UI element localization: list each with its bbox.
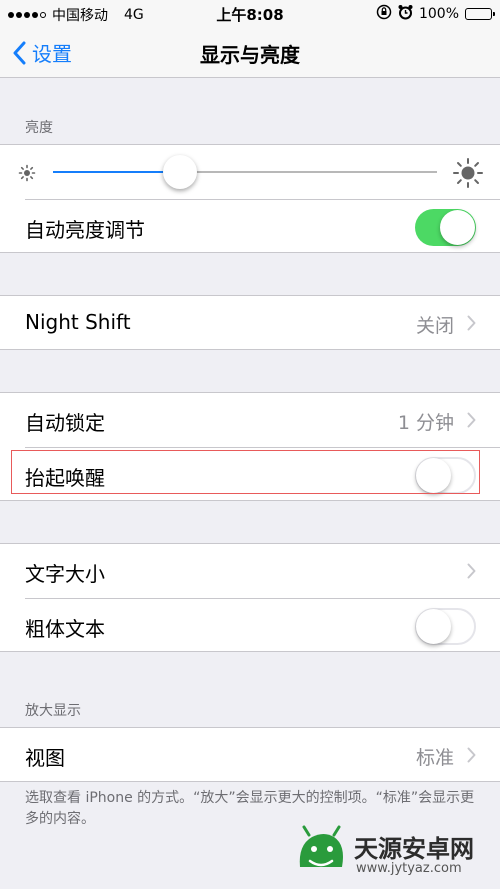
watermark-url: www.jytyaz.com: [356, 861, 462, 876]
chevron-right-icon: [467, 563, 476, 583]
zoom-group: 视图 标准: [0, 727, 500, 782]
night-shift-value: 关闭: [415, 315, 454, 337]
night-shift-group: Night Shift 关闭: [0, 295, 500, 350]
auto-brightness-row: 自动亮度调节: [0, 200, 500, 253]
brightness-slider-fill: [53, 171, 180, 173]
bold-text-toggle[interactable]: [415, 608, 476, 645]
bold-text-row: 粗体文本: [0, 599, 500, 652]
night-shift-label: Night Shift: [25, 310, 131, 334]
brightness-slider-thumb[interactable]: [162, 155, 197, 189]
navigation-bar: 设置 显示与亮度: [0, 26, 500, 78]
brightness-group: 自动亮度调节: [0, 144, 500, 253]
battery-icon: [465, 8, 495, 20]
chevron-right-icon: [467, 412, 476, 432]
status-bar: 中国移动 4G 上午8:08 100%: [0, 0, 500, 26]
zoom-view-value: 标准: [415, 747, 454, 769]
watermark-title: 天源安卓网: [354, 835, 474, 863]
watermark: 天源安卓网 www.jytyaz.com: [294, 823, 492, 883]
battery-percentage: 100%: [418, 6, 459, 22]
brightness-high-icon: [452, 157, 484, 193]
auto-brightness-toggle[interactable]: [415, 209, 476, 246]
brightness-slider[interactable]: [53, 155, 437, 189]
bold-text-label: 粗体文本: [25, 617, 105, 641]
alarm-icon: [398, 4, 413, 24]
brightness-low-icon: [17, 163, 37, 187]
zoom-header: 放大显示: [25, 703, 81, 719]
status-indicators: 100%: [376, 4, 495, 24]
auto-lock-value: 1 分钟: [397, 412, 454, 434]
text-size-row[interactable]: 文字大小: [0, 544, 500, 597]
chevron-right-icon: [467, 747, 476, 767]
text-group: 文字大小 粗体文本: [0, 543, 500, 652]
chevron-right-icon: [467, 315, 476, 335]
auto-brightness-label: 自动亮度调节: [25, 218, 145, 242]
night-shift-row[interactable]: Night Shift 关闭: [0, 296, 500, 349]
brightness-header: 亮度: [25, 120, 53, 136]
auto-lock-row[interactable]: 自动锁定 1 分钟: [0, 393, 500, 446]
text-size-label: 文字大小: [25, 562, 105, 586]
zoom-view-row[interactable]: 视图 标准: [0, 728, 500, 781]
brightness-slider-row: [0, 145, 500, 198]
android-logo-icon: [294, 823, 349, 878]
auto-lock-label: 自动锁定: [25, 411, 105, 435]
orientation-lock-icon: [376, 4, 392, 24]
zoom-view-label: 视图: [25, 746, 65, 770]
raise-to-wake-highlight: [11, 450, 480, 494]
page-title: 显示与亮度: [200, 43, 300, 67]
